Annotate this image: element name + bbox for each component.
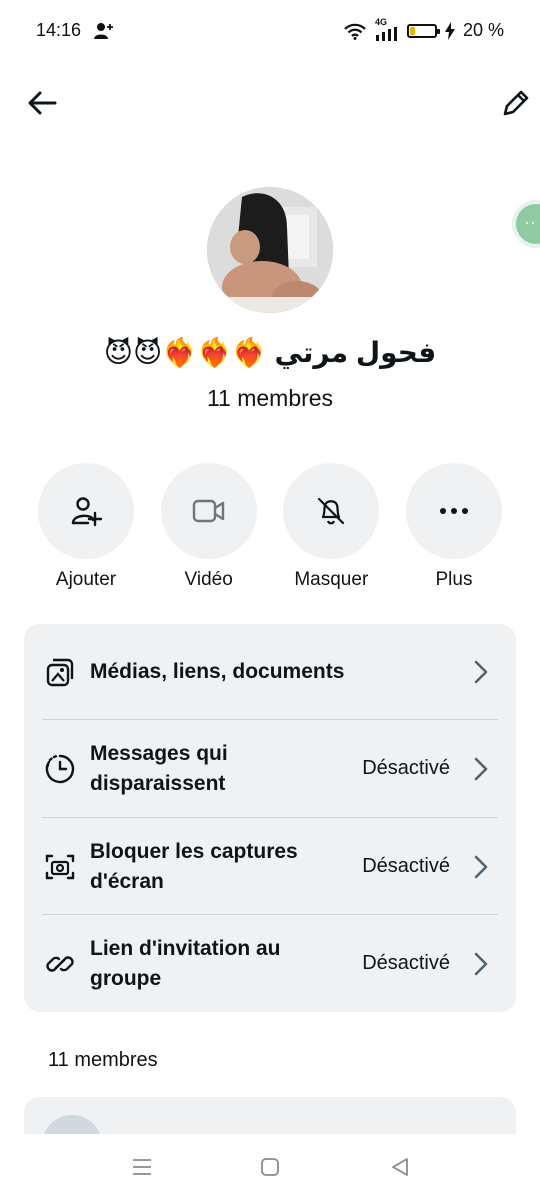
battery-percent: 20 % [462, 20, 504, 40]
back-triangle-icon [392, 1158, 408, 1176]
more-circle[interactable] [405, 463, 502, 559]
link-icon [42, 946, 78, 982]
group-member-count: 11 membres [206, 385, 334, 411]
more-button[interactable]: Plus [405, 463, 502, 591]
settings-row-screenshots[interactable]: Bloquer les captures d'écran Désactivé [24, 818, 516, 915]
timer-icon [42, 751, 78, 787]
settings-row-label: Bloquer les captures d'écran [90, 839, 298, 893]
settings-row-invite-link[interactable]: Lien d'invitation au groupe Désactivé [24, 915, 516, 1012]
status-time: 14:16 [36, 20, 82, 40]
battery-icon [406, 23, 440, 38]
chevron-right-icon [474, 658, 490, 686]
settings-row-media[interactable]: Médias, liens, documents [24, 624, 516, 720]
network-type-label: 4G [374, 16, 387, 27]
group-name: فحول مرتي ❤️‍🔥❤️‍🔥❤️‍🔥😈😈 [103, 337, 437, 368]
battery-level [409, 26, 416, 35]
bell-off-icon [318, 497, 345, 525]
settings-row-disappearing[interactable]: Messages qui disparaissent Désactivé [24, 720, 516, 817]
settings-row-value: Désactivé [362, 757, 450, 779]
media-gallery-icon [42, 654, 78, 690]
video-circle[interactable] [160, 463, 257, 559]
video-button[interactable]: Vidéo [160, 463, 257, 591]
edit-button[interactable] [494, 81, 538, 125]
floating-action-bubble[interactable]: ·· [512, 200, 540, 248]
cellular-signal-icon: 4G [375, 17, 399, 41]
menu-lines-icon [133, 1159, 151, 1175]
arrow-left-icon [28, 91, 57, 115]
nav-back-button[interactable] [380, 1150, 420, 1184]
chevron-right-icon [474, 853, 490, 881]
more-dots-icon [439, 508, 468, 514]
back-button[interactable] [20, 81, 64, 125]
group-photo [207, 187, 333, 313]
charging-bolt-icon [444, 21, 455, 40]
action-buttons: Ajouter Vidéo Masquer Plus [38, 463, 502, 591]
more-label: Plus [435, 569, 473, 590]
settings-row-label: Médias, liens, documents [90, 660, 345, 683]
settings-row-value: Désactivé [362, 952, 450, 974]
add-member-circle[interactable] [38, 463, 134, 559]
video-camera-icon [192, 499, 224, 523]
system-nav-bar [0, 1134, 540, 1200]
pencil-icon [503, 90, 529, 116]
nav-menu-button[interactable] [122, 1150, 162, 1184]
chevron-right-icon [474, 950, 490, 978]
settings-row-label: Lien d'invitation au groupe [90, 936, 281, 990]
settings-row-label: Messages qui disparaissent [90, 741, 228, 795]
video-label: Vidéo [184, 569, 233, 590]
nav-home-button[interactable] [250, 1150, 290, 1184]
settings-row-value: Désactivé [362, 855, 450, 877]
group-avatar[interactable] [207, 187, 333, 313]
members-section-title: 11 membres [48, 1049, 158, 1071]
add-member-button[interactable]: Ajouter [38, 463, 134, 591]
mute-circle[interactable] [283, 463, 380, 559]
chevron-right-icon [474, 755, 490, 783]
wifi-icon [344, 23, 366, 40]
settings-card: Médias, liens, documents Messages qui di… [24, 624, 516, 1012]
status-right: 4G 20 % [343, 17, 504, 41]
mute-label: Masquer [294, 569, 369, 590]
add-person-icon [71, 497, 102, 527]
mute-button[interactable]: Masquer [283, 463, 380, 591]
more-dots-bubble-icon: ·· [516, 204, 540, 244]
status-bar: 14:16 4G 20 % [0, 0, 540, 64]
person-add-status-icon [94, 23, 113, 39]
add-member-label: Ajouter [55, 569, 117, 590]
home-square-icon [261, 1158, 279, 1176]
screenshot-camera-icon [42, 849, 78, 885]
